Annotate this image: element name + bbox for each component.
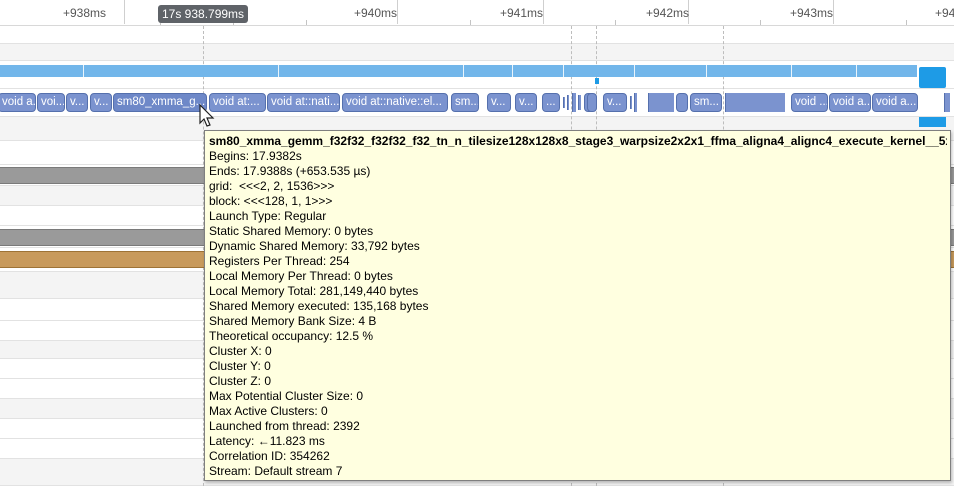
ruler-tick-line	[543, 0, 544, 24]
kernel-block[interactable]: void a...	[0, 93, 36, 112]
kernel-block[interactable]	[587, 93, 597, 112]
ruler-tick-label: +942ms	[646, 6, 690, 20]
tooltip-local-memory-total: Local Memory Total: 281,149,440 bytes	[209, 284, 419, 298]
cursor-time-badge: 17s 938.799ms	[158, 5, 249, 23]
band-gap	[791, 65, 792, 77]
band-gap	[278, 65, 279, 77]
cuda-api-event[interactable]	[919, 67, 946, 88]
kernel-burst[interactable]	[572, 93, 576, 112]
kernel-burst[interactable]	[563, 97, 565, 108]
tooltip-latency: Latency: ←11.823 ms	[209, 434, 325, 448]
kernel-track: void a... voi... v... v... sm80_xmma_g..…	[0, 93, 954, 112]
tooltip-max-active-clusters: Max Active Clusters: 0	[209, 404, 328, 418]
kernel-block[interactable]: sm...	[451, 93, 479, 112]
ruler-tick-label: +940ms	[354, 6, 398, 20]
tooltip-block: block: <<<128, 1, 1>>>	[209, 194, 333, 208]
tooltip-local-memory-per-thread: Local Memory Per Thread: 0 bytes	[209, 269, 393, 283]
band-gap	[634, 65, 635, 77]
kernel-burst[interactable]	[578, 95, 581, 110]
kernel-block[interactable]: v...	[66, 93, 88, 112]
ruler-minor-tick	[306, 20, 307, 25]
band-gap	[563, 65, 564, 77]
cuda-api-marker[interactable]	[919, 117, 946, 127]
kernel-burst[interactable]	[648, 93, 674, 112]
timeline-ruler[interactable]: +938ms +940ms +941ms +942ms +943ms +94 1…	[0, 0, 954, 26]
kernel-block[interactable]	[676, 93, 688, 112]
kernel-burst[interactable]	[567, 95, 569, 110]
tooltip-dynamic-shared-memory: Dynamic Shared Memory: 33,792 bytes	[209, 239, 420, 253]
kernel-block[interactable]: sm...	[690, 93, 722, 112]
ruler-minor-tick	[615, 20, 616, 25]
kernel-block[interactable]: void at:...	[209, 93, 266, 112]
tooltip-grid: grid: <<<2, 2, 1536>>>	[209, 179, 335, 193]
timeline-row[interactable]	[0, 27, 954, 44]
tooltip-stream: Stream: Default stream 7	[209, 464, 343, 478]
tooltip-correlation-id: Correlation ID: 354262	[209, 449, 330, 463]
band-gap	[83, 65, 84, 77]
band-gap	[706, 65, 707, 77]
kernel-block[interactable]: ...	[542, 93, 560, 112]
tooltip-kernel-name: sm80_xmma_gemm_f32f32_f32f32_f32_tn_n_ti…	[209, 134, 947, 148]
kernel-block[interactable]: void at::nati...	[267, 93, 340, 112]
band-gap	[856, 65, 857, 77]
ruler-minor-tick	[906, 20, 907, 25]
kernel-block[interactable]: void a...	[829, 93, 871, 112]
kernel-burst[interactable]	[634, 93, 637, 112]
ruler-tick-label: +938ms	[63, 6, 107, 20]
kernel-block[interactable]: v...	[487, 93, 511, 112]
kernel-block-selected[interactable]: sm80_xmma_g...	[113, 93, 207, 112]
tooltip-registers-per-thread: Registers Per Thread: 254	[209, 254, 350, 268]
ruler-tick-label: +943ms	[790, 6, 834, 20]
ruler-minor-tick	[470, 20, 471, 25]
kernel-block[interactable]: v...	[603, 93, 627, 112]
tooltip-cluster-z: Cluster Z: 0	[209, 374, 272, 388]
ruler-tick-line	[124, 0, 125, 24]
kernel-block[interactable]: void ...	[791, 93, 828, 112]
cuda-api-band[interactable]	[0, 65, 917, 77]
kernel-block[interactable]: voi...	[37, 93, 65, 112]
tooltip-begins: Begins: 17.9382s	[209, 149, 302, 163]
kernel-block[interactable]: v...	[515, 93, 537, 112]
tooltip-theoretical-occupancy: Theoretical occupancy: 12.5 %	[209, 329, 374, 343]
band-gap	[512, 65, 513, 77]
kernel-block[interactable]: void at::native::el...	[342, 93, 448, 112]
ruler-tick-label: +94	[935, 6, 954, 20]
tooltip-max-potential-cluster-size: Max Potential Cluster Size: 0	[209, 389, 364, 403]
ruler-tick-line	[397, 0, 398, 24]
kernel-burst[interactable]	[630, 96, 632, 109]
kernel-burst[interactable]	[725, 93, 785, 112]
kernel-burst[interactable]	[944, 93, 950, 112]
tooltip-shared-memory-bank-size: Shared Memory Bank Size: 4 B	[209, 314, 377, 328]
kernel-tooltip: sm80_xmma_gemm_f32f32_f32f32_f32_tn_n_ti…	[204, 130, 951, 481]
mouse-pointer-icon	[199, 104, 215, 127]
tooltip-cluster-x: Cluster X: 0	[209, 344, 272, 358]
tooltip-ends: Ends: 17.9388s (+653.535 µs)	[209, 164, 371, 178]
ruler-tick-line	[833, 0, 834, 24]
cuda-api-marker[interactable]	[595, 78, 599, 84]
tooltip-shared-memory-executed: Shared Memory executed: 135,168 bytes	[209, 299, 429, 313]
tooltip-static-shared-memory: Static Shared Memory: 0 bytes	[209, 224, 374, 238]
kernel-block[interactable]: void a...	[872, 93, 918, 112]
band-gap	[463, 65, 464, 77]
tooltip-launch-type: Launch Type: Regular	[209, 209, 327, 223]
tooltip-cluster-y: Cluster Y: 0	[209, 359, 271, 373]
tooltip-launched-from-thread: Launched from thread: 2392	[209, 419, 360, 433]
ruler-minor-tick	[760, 20, 761, 25]
ruler-tick-label: +941ms	[500, 6, 544, 20]
timeline-row[interactable]	[0, 44, 954, 61]
kernel-block[interactable]: v...	[90, 93, 112, 112]
